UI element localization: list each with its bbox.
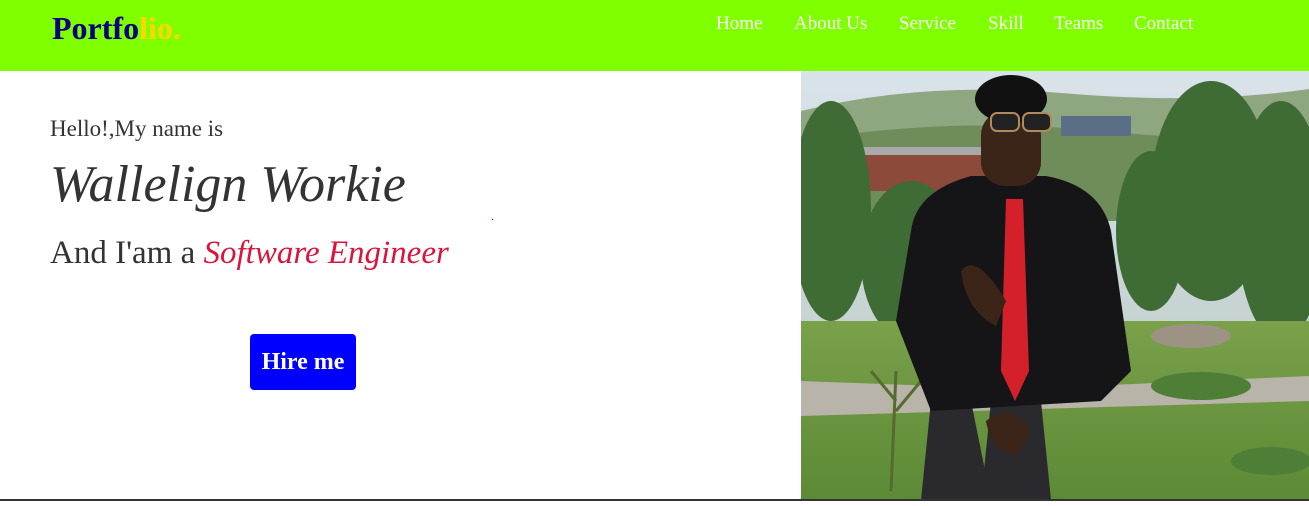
profile-photo-illustration xyxy=(801,71,1309,500)
hire-me-button[interactable]: Hire me xyxy=(250,334,356,390)
nav-link-contact[interactable]: Contact xyxy=(1134,12,1193,36)
nav-link-skill[interactable]: Skill xyxy=(988,12,1024,36)
nav-link-teams[interactable]: Teams xyxy=(1054,12,1103,36)
hero-role: And I'am a Software Engineer xyxy=(50,233,449,273)
nav-link-service[interactable]: Service xyxy=(899,12,956,36)
decorative-dot xyxy=(492,219,493,220)
logo-text-primary: Portfo xyxy=(52,10,140,46)
nav-link-home[interactable]: Home xyxy=(716,12,762,36)
nav-link-about-us[interactable]: About Us xyxy=(794,12,867,36)
navbar: Portfolio. Home About Us Service Skill T… xyxy=(0,0,1309,71)
hero-role-highlight: Software Engineer xyxy=(203,235,449,271)
hero-role-prefix: And I'am a xyxy=(50,235,204,271)
hero-name: Wallelign Workie xyxy=(50,156,406,213)
hero-intro: Hello!,My name is Wallelign Workie And I… xyxy=(0,71,801,500)
profile-photo xyxy=(801,71,1309,500)
section-divider xyxy=(0,499,1309,501)
logo[interactable]: Portfolio. xyxy=(52,8,181,48)
logo-text-accent: lio. xyxy=(139,10,181,46)
hero-greeting: Hello!,My name is xyxy=(50,116,224,141)
